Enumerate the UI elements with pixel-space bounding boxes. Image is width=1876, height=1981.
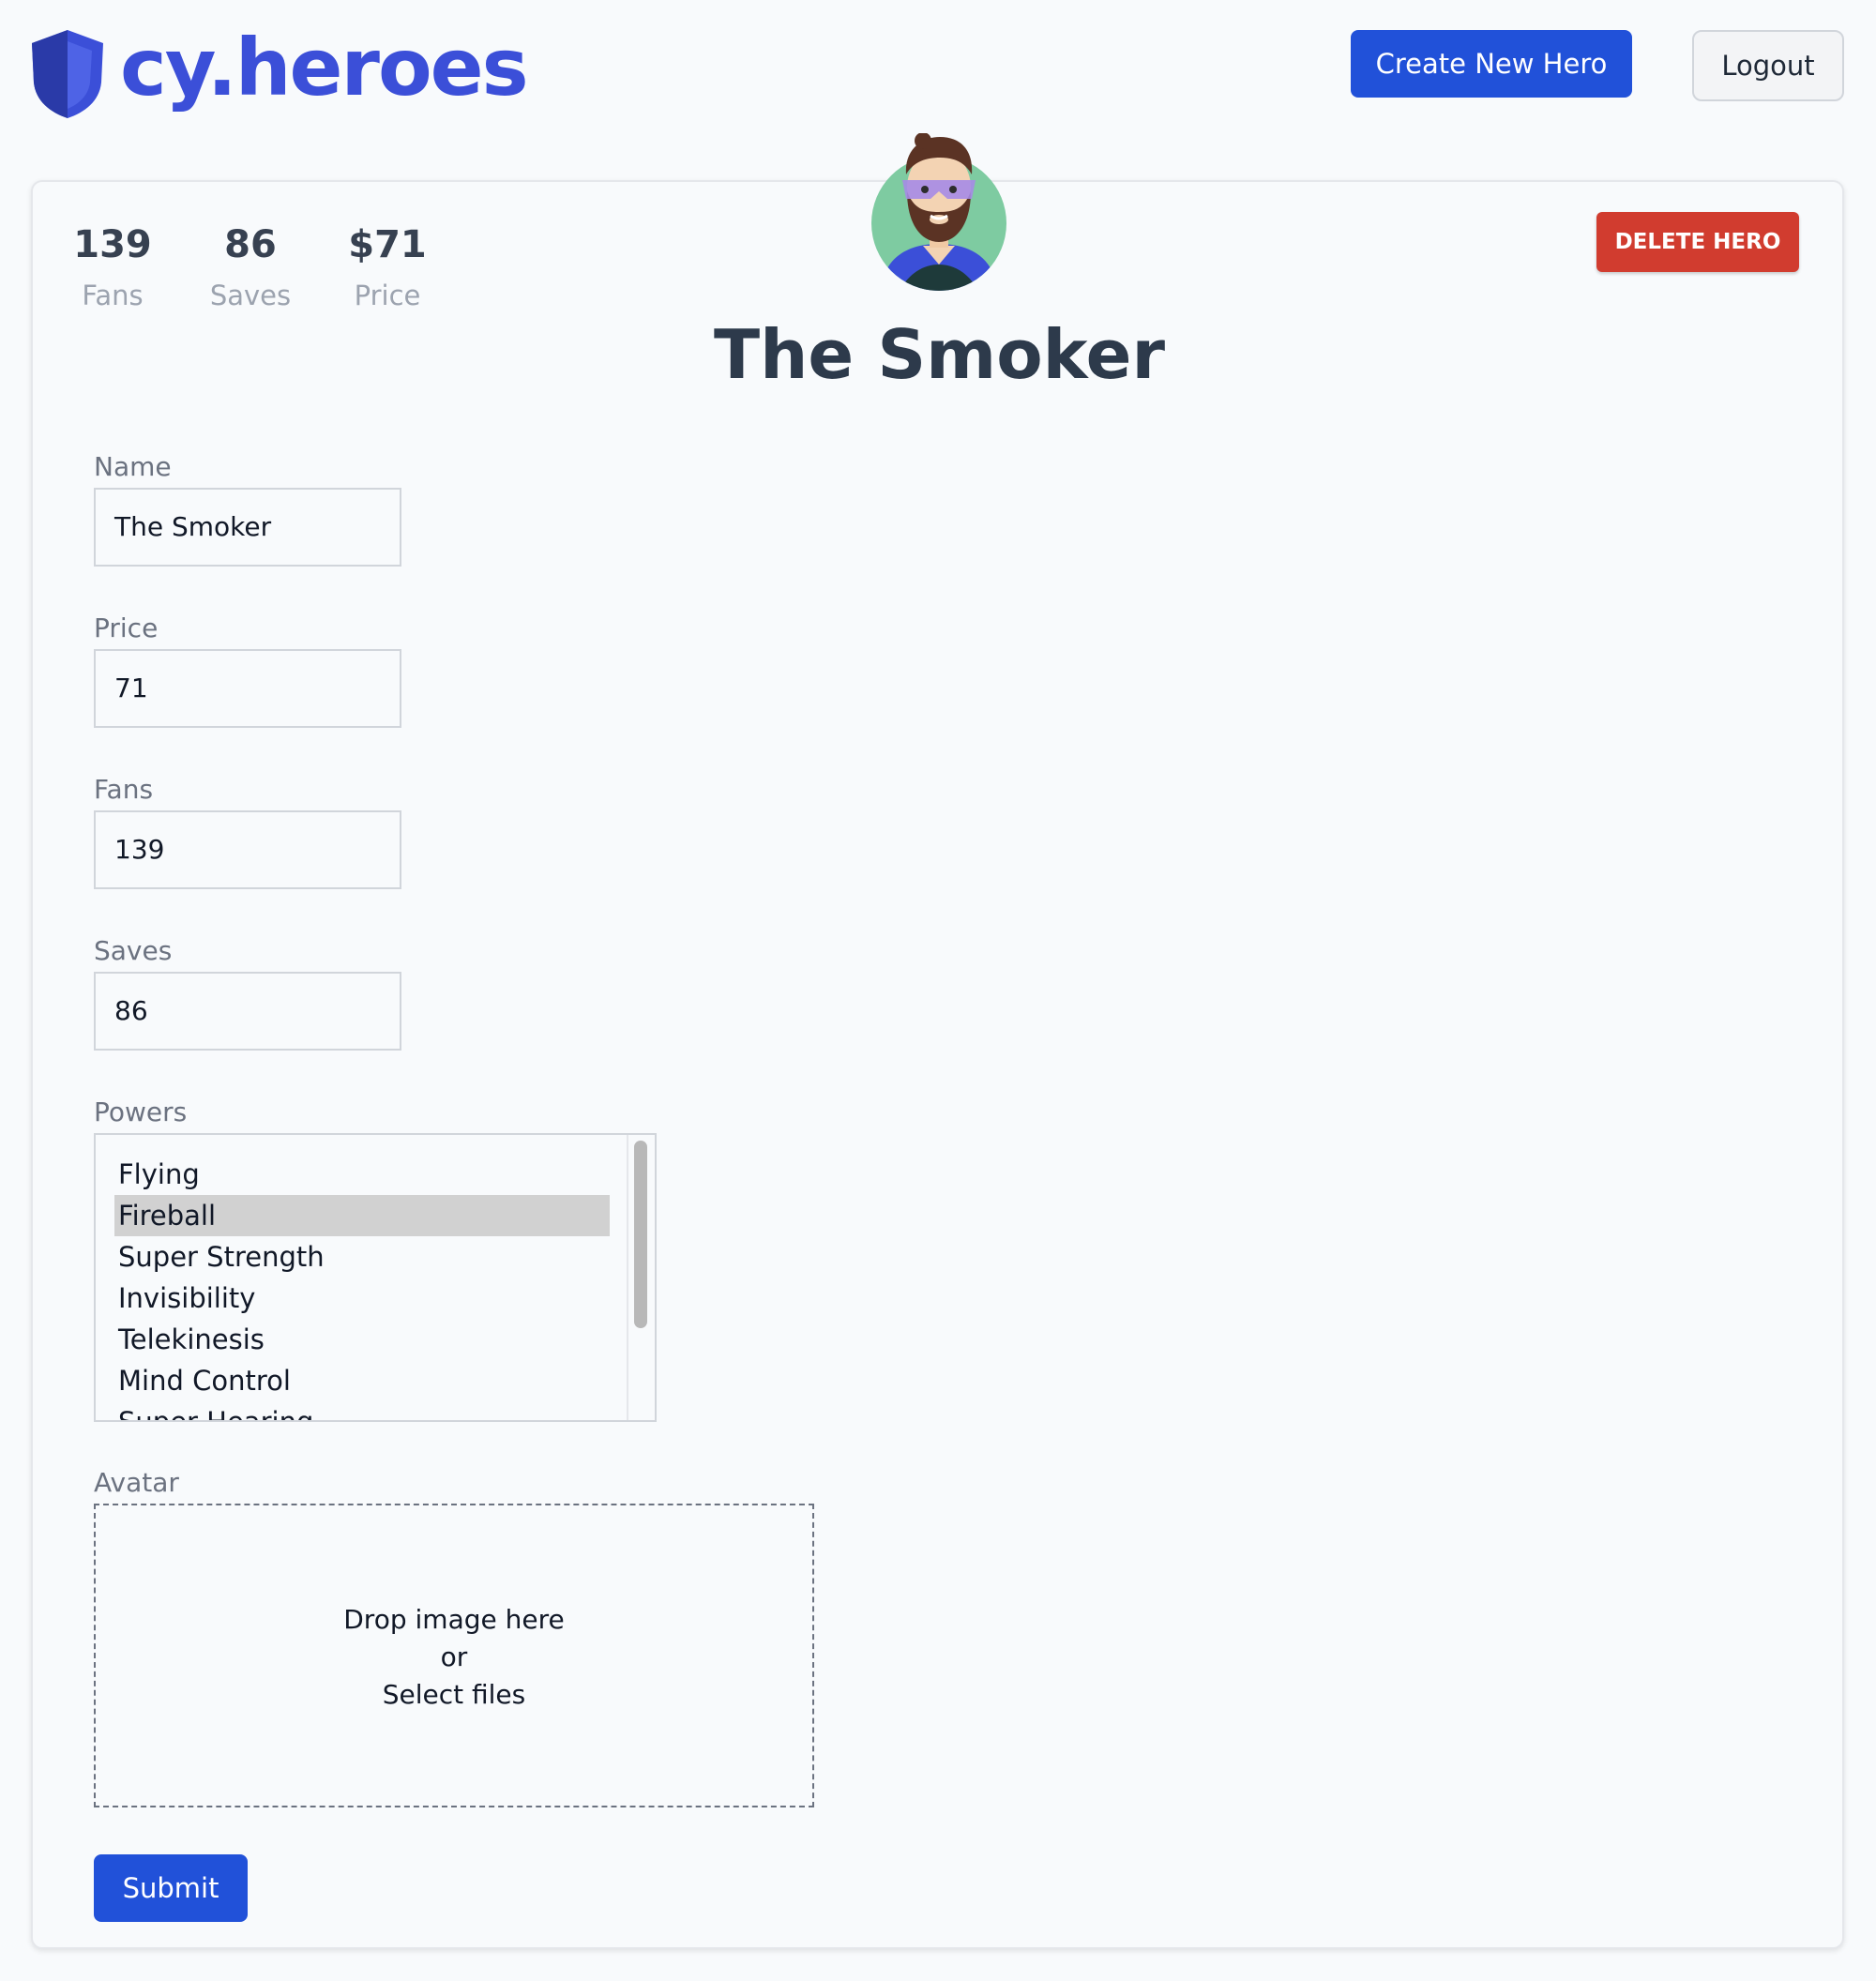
name-input[interactable]: The Smoker [94, 488, 401, 567]
saves-input[interactable]: 86 [94, 972, 401, 1051]
hero-card: 139 Fans 86 Saves $71 Price DELETE HERO … [31, 133, 1844, 1949]
submit-button[interactable]: Submit [94, 1854, 248, 1922]
power-option-super-hearing[interactable]: Super Hearing [114, 1401, 610, 1420]
app-header: cy.heroes Create New Hero Logout [0, 0, 1876, 141]
shield-icon [32, 30, 103, 118]
dropzone-text: Drop image here [343, 1604, 565, 1635]
powers-select[interactable]: Flying Fireball Super Strength Invisibil… [94, 1133, 657, 1422]
price-input[interactable]: 71 [94, 649, 401, 728]
price-label: Price [94, 612, 159, 643]
brand-name[interactable]: cy.heroes [120, 21, 529, 114]
delete-hero-button[interactable]: DELETE HERO [1596, 212, 1799, 272]
saves-label: Saves [94, 935, 173, 966]
stat-value: 86 [224, 223, 277, 266]
power-option-fireball[interactable]: Fireball [114, 1195, 610, 1236]
power-option-invisibility[interactable]: Invisibility [114, 1278, 610, 1319]
power-option-telekinesis[interactable]: Telekinesis [114, 1319, 610, 1360]
avatar-label: Avatar [94, 1467, 179, 1498]
power-option-mind-control[interactable]: Mind Control [114, 1360, 610, 1401]
stat-value: $71 [348, 223, 427, 266]
stat-value: 139 [73, 223, 152, 266]
powers-label: Powers [94, 1096, 188, 1127]
power-option-super-strength[interactable]: Super Strength [114, 1236, 610, 1278]
fans-label: Fans [94, 774, 154, 805]
bearded-hero-avatar-icon [871, 133, 1006, 291]
avatar-dropzone[interactable]: Drop image here or Select files [94, 1504, 814, 1807]
logout-button[interactable]: Logout [1692, 30, 1844, 101]
select-files-link[interactable]: Select files [96, 1676, 812, 1714]
power-option-flying[interactable]: Flying [114, 1154, 610, 1195]
dropzone-or-text: or [440, 1641, 468, 1672]
hero-title: The Smoker [714, 315, 1165, 394]
powers-scrollbar[interactable] [627, 1135, 655, 1420]
fans-input[interactable]: 139 [94, 810, 401, 889]
scrollbar-thumb[interactable] [634, 1141, 647, 1328]
name-label: Name [94, 451, 172, 482]
create-new-hero-button[interactable]: Create New Hero [1351, 30, 1632, 98]
